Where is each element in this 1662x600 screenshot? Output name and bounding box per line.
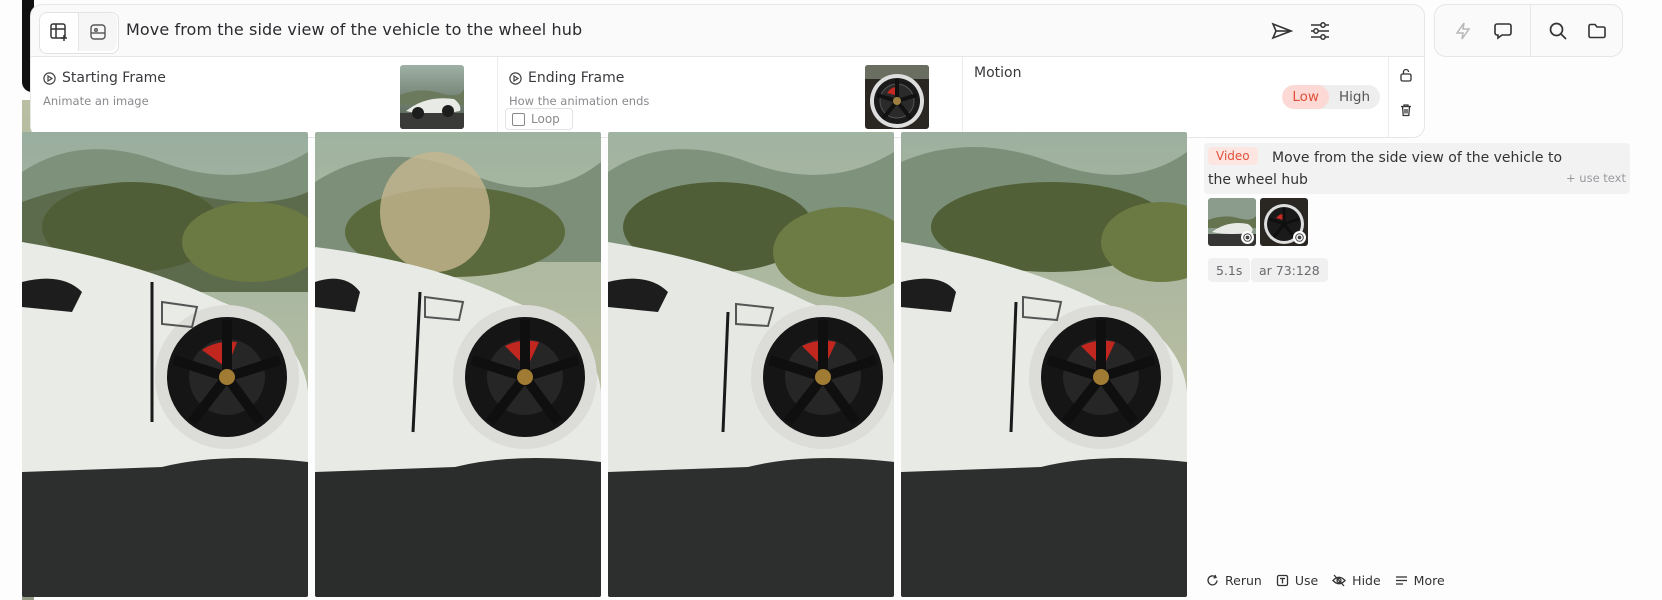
image-panel-button[interactable]	[78, 13, 117, 51]
starting-frame-cell[interactable]: Starting Frame Animate an image	[31, 57, 498, 137]
ending-frame-cell[interactable]: Ending Frame How the animation ends Loop	[497, 57, 963, 137]
frames-panel: Starting Frame Animate an image Ending F…	[30, 57, 1425, 138]
ending-frame-title: Ending Frame	[509, 70, 624, 86]
video-frame-3[interactable]	[608, 132, 894, 597]
starting-frame-title: Starting Frame	[43, 70, 166, 86]
source-end-thumbnail[interactable]	[1260, 198, 1308, 246]
source-start-thumbnail[interactable]	[1208, 198, 1256, 246]
more-label: More	[1413, 573, 1445, 588]
rerun-icon	[1207, 574, 1218, 586]
left-margin	[0, 0, 22, 600]
add-video-frame-button[interactable]	[40, 13, 78, 51]
duration-chip: 5.1s	[1208, 258, 1251, 282]
video-frame-4[interactable]	[901, 132, 1187, 597]
right-toolbar	[1434, 4, 1623, 57]
frame-indicator-icon	[1241, 231, 1254, 244]
starting-frame-label: Starting Frame	[62, 70, 166, 86]
text-box-icon	[1276, 574, 1288, 587]
loop-checkbox[interactable]: Loop	[505, 108, 573, 130]
toolbar-divider	[1530, 5, 1531, 56]
more-button[interactable]: More	[1395, 573, 1445, 588]
motion-title: Motion	[974, 65, 1022, 81]
unlock-button[interactable]	[1397, 66, 1415, 84]
search-icon	[1549, 22, 1567, 40]
frame-actions	[1388, 57, 1424, 137]
menu-lines-icon	[1395, 576, 1407, 585]
use-button[interactable]: Use	[1276, 573, 1318, 588]
loop-check-box[interactable]	[512, 112, 525, 126]
ending-frame-label: Ending Frame	[528, 70, 625, 86]
generation-prompt-text: Move from the side view of the vehicle t…	[1208, 150, 1563, 188]
play-circle-icon	[43, 71, 56, 85]
image-panel-icon	[90, 24, 106, 40]
lightning-icon	[1455, 22, 1471, 40]
use-text-button[interactable]: + use text	[1566, 171, 1626, 185]
rerun-label: Rerun	[1225, 573, 1262, 588]
chat-button[interactable]	[1490, 18, 1516, 44]
trash-icon	[1401, 104, 1411, 117]
prompt-bar: Move from the side view of the vehicle t…	[30, 4, 1425, 57]
chat-icon	[1494, 23, 1512, 40]
motion-low-button[interactable]: Low	[1282, 85, 1329, 109]
ending-frame-thumbnail[interactable]	[865, 65, 929, 129]
frame-indicator-icon	[1293, 231, 1306, 244]
rerun-button[interactable]: Rerun	[1206, 573, 1262, 588]
starting-frame-thumbnail[interactable]	[400, 65, 464, 129]
mode-toggle	[39, 12, 119, 54]
video-frame-2[interactable]	[315, 132, 601, 597]
video-frame-1[interactable]	[22, 132, 308, 597]
starting-frame-subtitle: Animate an image	[43, 94, 149, 108]
loop-label: Loop	[531, 112, 560, 126]
sliders-icon	[1311, 22, 1329, 40]
send-button[interactable]	[1269, 18, 1295, 44]
aspect-ratio-chip: ar 73:128	[1251, 258, 1328, 282]
ending-frame-subtitle: How the animation ends	[509, 94, 650, 108]
search-button[interactable]	[1545, 18, 1571, 44]
use-label: Use	[1294, 573, 1319, 588]
send-icon	[1271, 22, 1293, 40]
delete-button[interactable]	[1397, 101, 1415, 119]
generation-actions: Rerun Use Hide More	[1206, 573, 1445, 588]
folder-button[interactable]	[1584, 18, 1610, 44]
video-frames-strip	[22, 132, 1194, 597]
folder-icon	[1588, 23, 1606, 39]
hide-button[interactable]: Hide	[1332, 573, 1381, 588]
settings-button[interactable]	[1307, 18, 1333, 44]
generation-prompt-card: Video Move from the side view of the veh…	[1204, 143, 1630, 194]
hide-label: Hide	[1352, 573, 1381, 588]
motion-toggle: Low High	[1282, 85, 1380, 109]
unlock-icon	[1400, 68, 1412, 82]
play-circle-icon	[509, 71, 522, 85]
prompt-input[interactable]: Move from the side view of the vehicle t…	[126, 20, 582, 39]
quick-action-button[interactable]	[1450, 18, 1476, 44]
add-video-frame-icon	[50, 23, 67, 41]
eye-off-icon	[1332, 574, 1347, 587]
motion-high-button[interactable]: High	[1329, 85, 1380, 109]
motion-cell: Motion Low High	[962, 57, 1389, 137]
